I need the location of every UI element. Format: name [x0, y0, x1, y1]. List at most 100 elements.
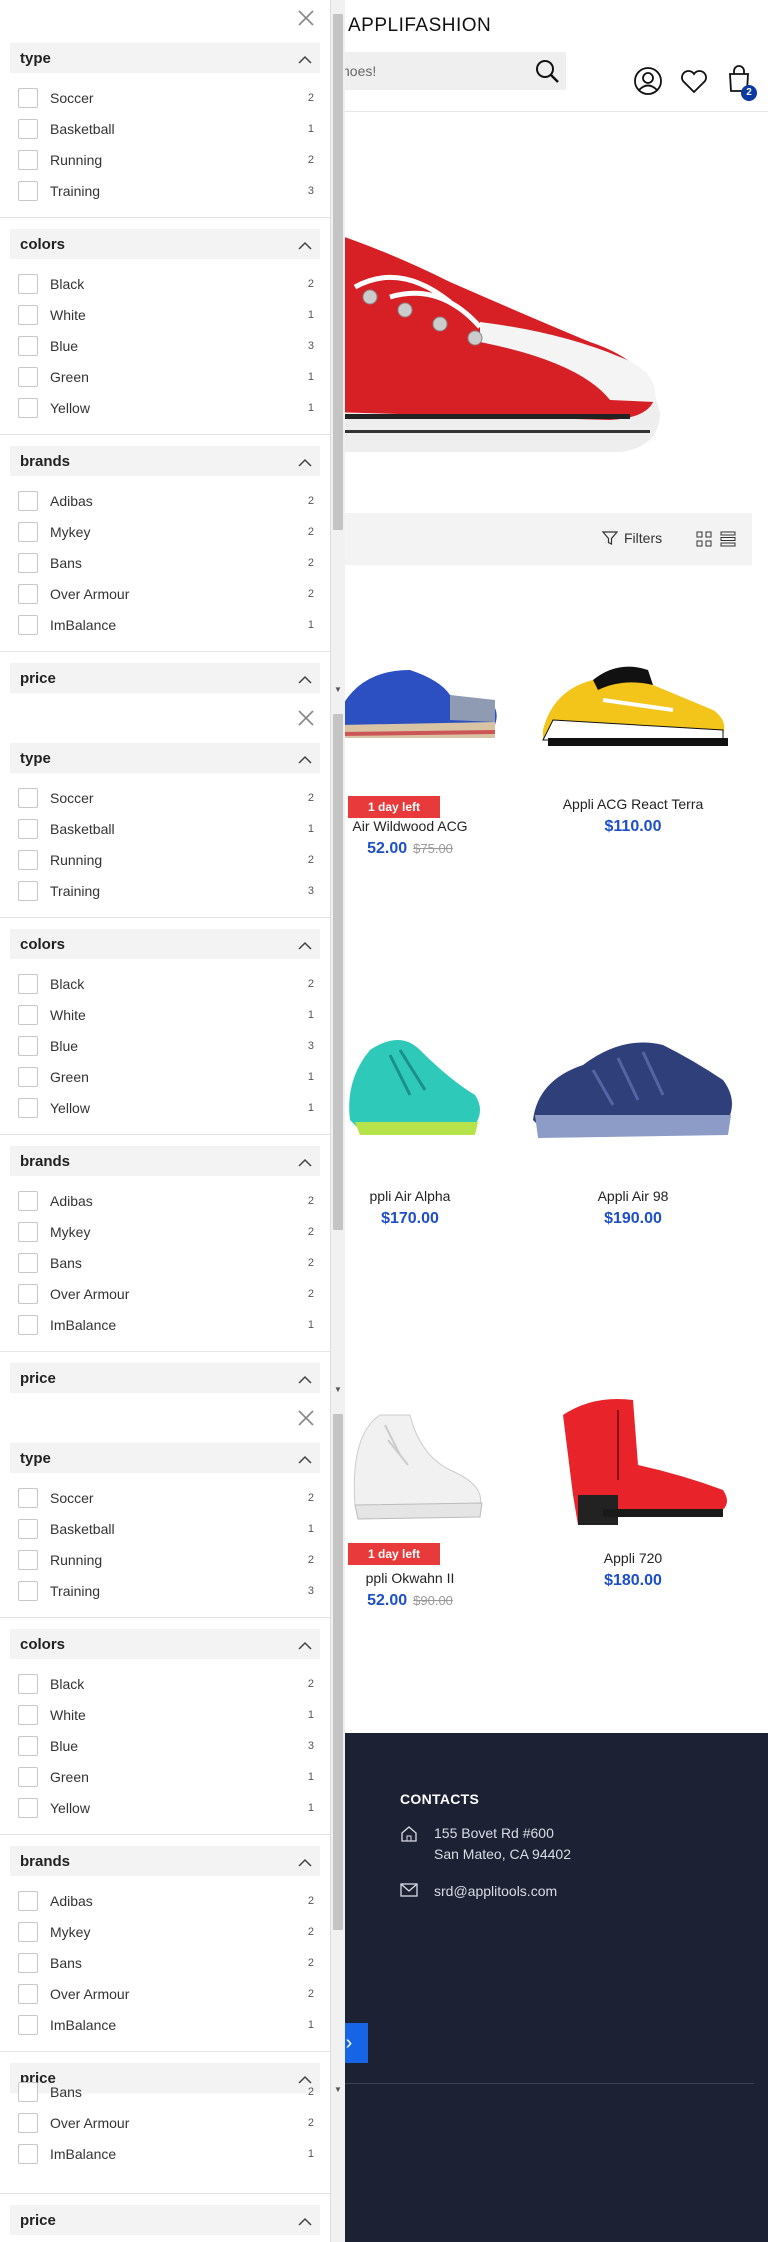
filter-option-brands[interactable]: Bans 2	[18, 2080, 314, 2104]
type-filter-header[interactable]: type	[10, 43, 320, 73]
filter-checkbox[interactable]	[18, 974, 38, 994]
filter-option-type[interactable]: Soccer 2	[18, 1486, 314, 1510]
chevron-up-icon[interactable]	[298, 1452, 312, 1464]
filter-option-colors[interactable]: Black 2	[18, 1672, 314, 1696]
filter-checkbox[interactable]	[18, 1550, 38, 1570]
filter-checkbox[interactable]	[18, 1067, 38, 1087]
chevron-up-icon[interactable]	[298, 455, 312, 467]
filter-checkbox[interactable]	[18, 615, 38, 635]
filter-option-type[interactable]: Basketball 1	[18, 817, 314, 841]
filter-checkbox[interactable]	[18, 181, 38, 201]
colors-filter-header[interactable]: colors	[10, 1629, 320, 1659]
filter-option-brands[interactable]: Adibas 2	[18, 489, 314, 513]
filter-checkbox[interactable]	[18, 850, 38, 870]
scroll-down-arrow-icon[interactable]: ▼	[334, 2085, 342, 2094]
product-name[interactable]: Appli 720	[523, 1550, 743, 1566]
filter-option-colors[interactable]: Black 2	[18, 972, 314, 996]
price-filter-header[interactable]: price	[10, 1363, 320, 1393]
chevron-up-icon[interactable]	[298, 238, 312, 250]
filter-checkbox[interactable]	[18, 1519, 38, 1539]
filter-checkbox[interactable]	[18, 1253, 38, 1273]
filter-checkbox[interactable]	[18, 1036, 38, 1056]
filter-checkbox[interactable]	[18, 1891, 38, 1911]
filter-checkbox[interactable]	[18, 1798, 38, 1818]
filter-option-colors[interactable]: Blue 3	[18, 1734, 314, 1758]
filter-option-brands[interactable]: Mykey 2	[18, 1920, 314, 1944]
filter-option-colors[interactable]: White 1	[18, 303, 314, 327]
filter-option-brands[interactable]: Mykey 2	[18, 520, 314, 544]
filter-checkbox[interactable]	[18, 1705, 38, 1725]
filters-button[interactable]: Filters	[601, 530, 662, 546]
filter-checkbox[interactable]	[18, 1191, 38, 1211]
filter-checkbox[interactable]	[18, 2015, 38, 2035]
filter-option-brands[interactable]: Over Armour 2	[18, 1282, 314, 1306]
colors-filter-header[interactable]: colors	[10, 229, 320, 259]
filter-checkbox[interactable]	[18, 491, 38, 511]
filter-option-type[interactable]: Training 3	[18, 1579, 314, 1603]
brands-filter-header[interactable]: brands	[10, 446, 320, 476]
contact-email[interactable]: srd@applitools.com	[434, 1883, 557, 1899]
filter-option-type[interactable]: Soccer 2	[18, 786, 314, 810]
colors-filter-header[interactable]: colors	[10, 929, 320, 959]
filter-option-brands[interactable]: ImBalance 1	[18, 1313, 314, 1337]
filter-checkbox[interactable]	[18, 1005, 38, 1025]
scrollbar-thumb[interactable]	[333, 14, 343, 530]
chevron-up-icon[interactable]	[298, 1638, 312, 1650]
close-icon[interactable]	[296, 8, 316, 28]
product-image[interactable]	[523, 1385, 743, 1530]
filter-checkbox[interactable]	[18, 367, 38, 387]
filter-checkbox[interactable]	[18, 1953, 38, 1973]
scrollbar-thumb[interactable]	[333, 1414, 343, 1930]
filter-option-type[interactable]: Running 2	[18, 1548, 314, 1572]
filter-checkbox[interactable]	[18, 150, 38, 170]
filter-checkbox[interactable]	[18, 274, 38, 294]
filter-checkbox[interactable]	[18, 2082, 38, 2102]
filter-option-brands[interactable]: Adibas 2	[18, 1889, 314, 1913]
filter-checkbox[interactable]	[18, 788, 38, 808]
filter-option-brands[interactable]: Adibas 2	[18, 1189, 314, 1213]
chevron-up-icon[interactable]	[298, 52, 312, 64]
filter-checkbox[interactable]	[18, 1284, 38, 1304]
brands-filter-header[interactable]: brands	[10, 1146, 320, 1176]
product-name[interactable]: Appli ACG React Terra	[523, 796, 743, 812]
filter-checkbox[interactable]	[18, 1767, 38, 1787]
filter-option-brands[interactable]: Bans 2	[18, 551, 314, 575]
hero-banner[interactable]	[330, 112, 768, 512]
price-filter-header[interactable]: price	[10, 663, 320, 693]
filter-checkbox[interactable]	[18, 1098, 38, 1118]
type-filter-header[interactable]: type	[10, 743, 320, 773]
product-card[interactable]: Appli 720 $180.00	[523, 1385, 743, 1590]
grid-view-icon[interactable]	[696, 531, 712, 552]
search-icon[interactable]	[534, 58, 560, 84]
filter-checkbox[interactable]	[18, 1488, 38, 1508]
list-view-icon[interactable]	[720, 531, 736, 552]
search-box[interactable]: hoes!	[330, 52, 566, 90]
filter-option-colors[interactable]: Black 2	[18, 272, 314, 296]
chevron-up-icon[interactable]	[298, 938, 312, 950]
close-icon[interactable]	[296, 708, 316, 728]
heart-icon[interactable]	[679, 66, 709, 96]
product-card[interactable]: Appli ACG React Terra $110.00	[523, 640, 743, 836]
filter-option-type[interactable]: Running 2	[18, 148, 314, 172]
filter-option-colors[interactable]: Yellow 1	[18, 396, 314, 420]
price-filter-header[interactable]: price	[10, 2205, 320, 2235]
filter-checkbox[interactable]	[18, 522, 38, 542]
chevron-up-icon[interactable]	[298, 1372, 312, 1384]
filter-checkbox[interactable]	[18, 1984, 38, 2004]
filter-option-colors[interactable]: Blue 3	[18, 1034, 314, 1058]
filter-option-type[interactable]: Training 3	[18, 179, 314, 203]
filter-option-type[interactable]: Running 2	[18, 848, 314, 872]
brands-filter-header[interactable]: brands	[10, 1846, 320, 1876]
scroll-down-arrow-icon[interactable]: ▼	[334, 685, 342, 694]
filter-option-brands[interactable]: Over Armour 2	[18, 2111, 314, 2135]
filter-option-type[interactable]: Soccer 2	[18, 86, 314, 110]
filter-option-colors[interactable]: Blue 3	[18, 334, 314, 358]
filter-checkbox[interactable]	[18, 398, 38, 418]
chevron-up-icon[interactable]	[298, 752, 312, 764]
filter-option-brands[interactable]: Over Armour 2	[18, 582, 314, 606]
filter-option-type[interactable]: Basketball 1	[18, 1517, 314, 1541]
filter-checkbox[interactable]	[18, 1315, 38, 1335]
filter-option-colors[interactable]: Green 1	[18, 1065, 314, 1089]
filter-checkbox[interactable]	[18, 1222, 38, 1242]
filter-checkbox[interactable]	[18, 1581, 38, 1601]
